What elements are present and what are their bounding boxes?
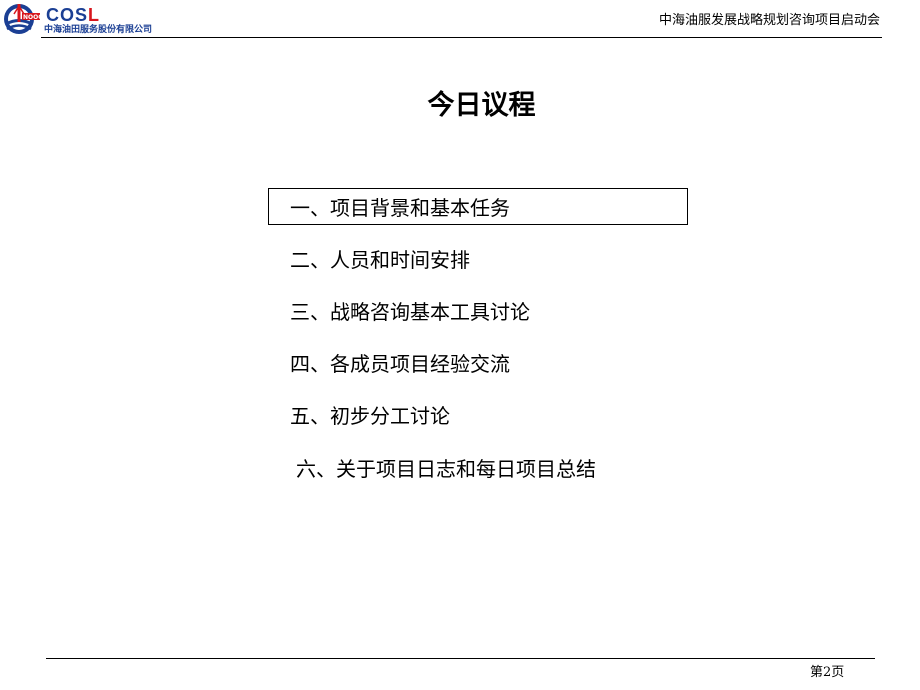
agenda-item-4: 四、各成员项目经验交流 bbox=[290, 352, 510, 376]
agenda-item-2: 二、人员和时间安排 bbox=[290, 248, 470, 272]
footer-divider bbox=[46, 658, 875, 659]
header-divider bbox=[41, 37, 882, 38]
logo-brand-text: COSL bbox=[46, 5, 101, 25]
page-number: 第2页 bbox=[810, 665, 845, 680]
agenda-item-6: 六、关于项目日志和每日项目总结 bbox=[296, 457, 596, 481]
svg-text:NOOC: NOOC bbox=[23, 14, 43, 21]
presentation-title: 中海油服发展战略规划咨询项目启动会 bbox=[658, 13, 880, 28]
agenda-item-1: 一、项目背景和基本任务 bbox=[290, 196, 510, 220]
agenda-item-5: 五、初步分工讨论 bbox=[290, 404, 450, 428]
cnooc-emblem-icon: NOOC bbox=[4, 4, 43, 34]
agenda-item-3: 三、战略咨询基本工具讨论 bbox=[290, 300, 530, 324]
logo-company-name: 中海油田服务股份有限公司 bbox=[44, 25, 153, 35]
company-logo: NOOC COSL 中海油田服务股份有限公司 bbox=[2, 2, 172, 36]
slide-title: 今日议程 bbox=[427, 90, 536, 121]
